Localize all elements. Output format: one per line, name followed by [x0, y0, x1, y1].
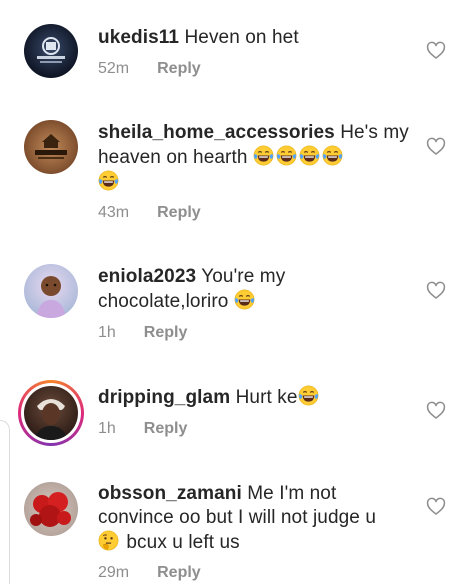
comment-content: Heven on het [184, 27, 299, 48]
comment-text: sheila_home_accessories He's my heaven o… [98, 121, 416, 195]
comment-text: dripping_glam Hurt ke [98, 385, 416, 410]
comment-body: ukedis11 Heven on het [98, 26, 416, 50]
heart-outline-icon[interactable] [426, 137, 446, 157]
tears-of-joy-emoji-icon [253, 145, 274, 166]
username-link[interactable]: obsson_zamani [98, 483, 242, 504]
comment-meta: 1h Reply [98, 324, 187, 342]
tears-of-joy-emoji-icon [276, 145, 297, 166]
comment-meta: 43m Reply [98, 204, 201, 222]
avatar-sheila-logo-icon [35, 134, 67, 159]
tears-of-joy-emoji-icon [98, 170, 119, 191]
avatar-woman-photo-icon [34, 399, 68, 440]
comment-content: Hurt ke [235, 387, 298, 408]
username-link[interactable]: sheila_home_accessories [98, 122, 335, 143]
reply-button[interactable]: Reply [157, 60, 201, 78]
comment-body: eniola2023 You're my chocolate,loriro [98, 265, 416, 314]
reply-button[interactable]: Reply [157, 204, 201, 222]
comment-time: 1h [98, 324, 116, 341]
reply-button[interactable]: Reply [144, 324, 188, 342]
comment-text: eniola2023 You're my chocolate,loriro [98, 265, 416, 314]
tears-of-joy-emoji-icon [234, 289, 255, 310]
avatar[interactable] [24, 482, 78, 536]
username-link[interactable]: ukedis11 [98, 27, 179, 48]
avatar-child-photo-icon [36, 276, 66, 318]
avatar[interactable] [24, 120, 78, 174]
avatar[interactable] [24, 386, 78, 440]
thinking-face-emoji-icon [98, 530, 119, 551]
reply-button[interactable]: Reply [144, 420, 188, 438]
tears-of-joy-emoji-icon [298, 385, 319, 406]
username-link[interactable]: eniola2023 [98, 266, 196, 287]
comment-meta: 29m Reply [98, 564, 201, 582]
comment-time: 52m [98, 60, 130, 77]
comment-text: ukedis11 Heven on het [98, 26, 416, 50]
comment-meta: 52m Reply [98, 60, 201, 78]
tears-of-joy-emoji-icon [299, 145, 320, 166]
panel-edge [0, 420, 10, 584]
avatar-red-flowers-photo-icon [30, 492, 71, 527]
comment-body: sheila_home_accessories He's my heaven o… [98, 121, 416, 195]
heart-outline-icon[interactable] [426, 281, 446, 301]
avatar[interactable] [24, 24, 78, 78]
comment-time: 43m [98, 204, 130, 221]
comment-body: obsson_zamani Me I'm not convince oo but… [98, 482, 416, 555]
reply-button[interactable]: Reply [157, 564, 201, 582]
username-link[interactable]: dripping_glam [98, 387, 230, 408]
heart-outline-icon[interactable] [426, 497, 446, 517]
comment-time: 1h [98, 420, 116, 437]
heart-outline-icon[interactable] [426, 401, 446, 421]
comment-content-cont: bcux u left us [126, 532, 240, 553]
comment-time: 29m [98, 564, 130, 581]
comment-meta: 1h Reply [98, 420, 187, 438]
tears-of-joy-emoji-icon [322, 145, 343, 166]
avatar-dark-logo-icon [37, 37, 65, 63]
comment-body: dripping_glam Hurt ke [98, 385, 416, 410]
heart-outline-icon[interactable] [426, 41, 446, 61]
avatar[interactable] [24, 264, 78, 318]
comment-text: obsson_zamani Me I'm not convince oo but… [98, 482, 416, 555]
